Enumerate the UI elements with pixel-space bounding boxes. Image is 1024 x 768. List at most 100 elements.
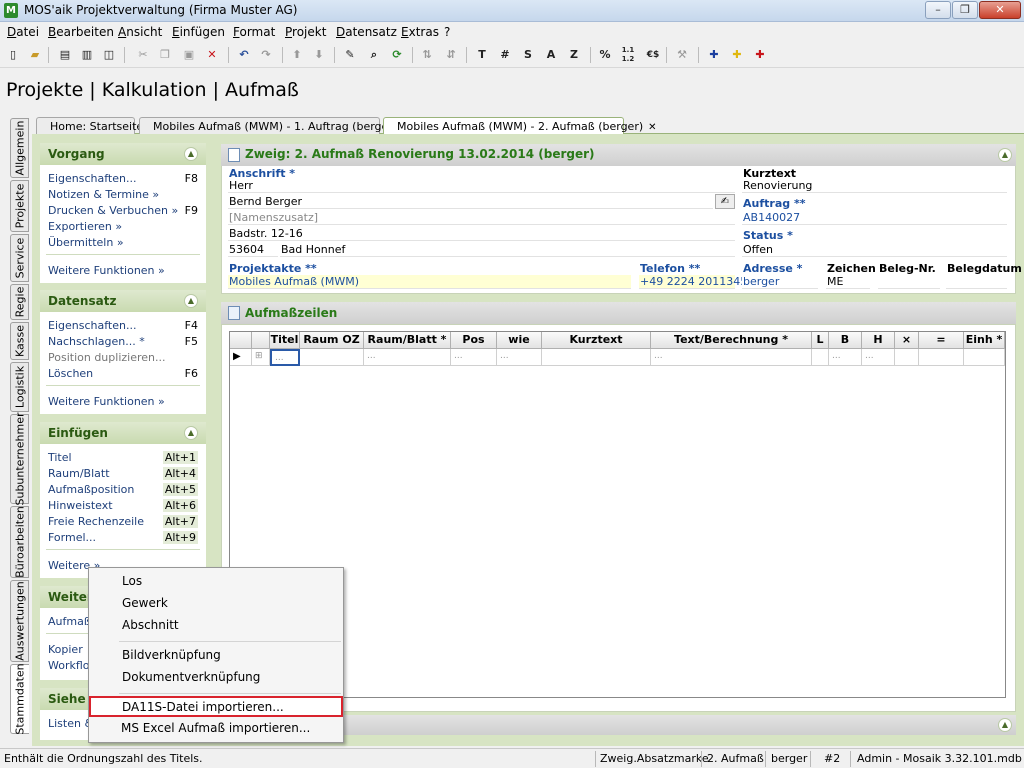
vtab-bueroarbeiten[interactable]: Büroarbeiten <box>10 506 29 578</box>
collapse-icon[interactable]: ▲ <box>184 147 198 161</box>
tab-close-icon[interactable]: ✕ <box>648 122 656 133</box>
minimize-button[interactable]: – <box>925 1 951 19</box>
cell-titel[interactable]: ... <box>270 349 300 366</box>
cell-raum-oz[interactable] <box>300 349 364 366</box>
menu-item-los[interactable]: Los <box>122 574 142 588</box>
delete-icon[interactable]: ✕ <box>203 46 221 64</box>
toolbar-A-button[interactable]: A <box>542 46 560 64</box>
print-icon[interactable]: ▤ <box>56 46 74 64</box>
puzzle-yellow-icon[interactable]: ✚ <box>728 46 746 64</box>
move-down-icon[interactable]: ⬇ <box>310 46 328 64</box>
open-icon[interactable]: ▰ <box>26 46 44 64</box>
new-icon[interactable]: ▯ <box>4 46 22 64</box>
menu-item-bildverknuepfung[interactable]: Bildverknüpfung <box>122 648 221 662</box>
vtab-allgemein[interactable]: Allgemein <box>10 118 29 178</box>
cell-b[interactable]: ... <box>829 349 862 366</box>
action-eigenschaften[interactable]: Eigenschaften... <box>48 172 136 185</box>
filter-icon[interactable]: ⇵ <box>442 46 460 64</box>
action-duplizieren[interactable]: Position duplizieren... <box>48 351 165 364</box>
section-title[interactable]: Einfügen <box>40 422 206 444</box>
auftrag-field[interactable]: AB140027 <box>742 211 1007 225</box>
preview-icon[interactable]: ◫ <box>100 46 118 64</box>
status-field[interactable]: Offen <box>742 243 1007 257</box>
menu-projekt[interactable]: Projekt <box>285 25 326 39</box>
tools-icon[interactable]: ⚒ <box>673 46 691 64</box>
print-preview-icon[interactable]: ▥ <box>78 46 96 64</box>
find-icon[interactable]: ⌕ <box>365 46 383 64</box>
puzzle-blue-icon[interactable]: ✚ <box>705 46 723 64</box>
cell-kurztext[interactable] <box>542 349 651 366</box>
toolbar-T-button[interactable]: T <box>473 46 491 64</box>
action-weitere-funktionen[interactable]: Weitere Funktionen » <box>48 264 165 277</box>
toolbar-Z-button[interactable]: Z <box>565 46 583 64</box>
menu-datei[interactable]: Datei <box>7 25 39 39</box>
insert-formel[interactable]: Formel... <box>48 531 96 544</box>
menu-bearbeiten[interactable]: Bearbeiten <box>48 25 114 39</box>
col-pos[interactable]: Pos <box>451 332 497 349</box>
collapse-icon[interactable]: ▲ <box>184 294 198 308</box>
col-raum-oz[interactable]: Raum OZ <box>300 332 364 349</box>
col-raum-blatt[interactable]: Raum/Blatt * <box>364 332 451 349</box>
vtab-regie[interactable]: Regie <box>10 284 29 320</box>
section-title[interactable]: Vorgang <box>40 143 206 165</box>
belegnr-field[interactable] <box>878 275 940 289</box>
cell-pos[interactable]: ... <box>451 349 497 366</box>
move-up-icon[interactable]: ⬆ <box>288 46 306 64</box>
insert-rechenzeile[interactable]: Freie Rechenzeile <box>48 515 144 528</box>
section-title[interactable]: Datensatz <box>40 290 206 312</box>
col-times[interactable]: × <box>895 332 919 349</box>
col-b[interactable]: B <box>829 332 862 349</box>
collapse-icon[interactable]: ▲ <box>998 148 1012 162</box>
namenszusatz-field[interactable]: [Namenszusatz] <box>228 211 735 225</box>
menu-einfuegen[interactable]: Einfügen <box>172 25 225 39</box>
action-listen[interactable]: Listen & <box>48 717 93 730</box>
vtab-logistik[interactable]: Logistik <box>10 362 29 412</box>
adresse-field[interactable]: berger <box>742 275 818 289</box>
menu-datensatz[interactable]: Datensatz <box>336 25 397 39</box>
menu-item-excel-import[interactable]: MS Excel Aufmaß importieren... <box>121 721 310 735</box>
cell-equals[interactable] <box>919 349 964 366</box>
tab-home[interactable]: Home: Startseite <box>36 117 143 134</box>
toolbar-numbering-button[interactable]: 1.1 1.2 <box>617 46 639 64</box>
action-uebermitteln[interactable]: Übermitteln » <box>48 236 124 249</box>
puzzle-red-icon[interactable]: ✚ <box>751 46 769 64</box>
name-field[interactable]: Bernd Berger <box>228 195 713 209</box>
menu-item-gewerk[interactable]: Gewerk <box>122 596 168 610</box>
action-aufmass[interactable]: Aufmaß <box>48 615 91 628</box>
belegdatum-field[interactable] <box>946 275 1007 289</box>
toolbar-currency-button[interactable]: €$ <box>642 46 664 64</box>
action-ds-weitere[interactable]: Weitere Funktionen » <box>48 395 165 408</box>
edit-icon[interactable]: ✎ <box>341 46 359 64</box>
insert-titel[interactable]: Titel <box>48 451 72 464</box>
address-lookup-icon[interactable]: ✍ <box>715 194 735 209</box>
menu-item-da11s-highlight[interactable]: DA11S-Datei importieren... <box>89 696 343 717</box>
vtab-kasse[interactable]: Kasse <box>10 322 29 360</box>
cell-h[interactable]: ... <box>862 349 895 366</box>
insert-raum[interactable]: Raum/Blatt <box>48 467 110 480</box>
col-equals[interactable]: = <box>919 332 964 349</box>
refresh-icon[interactable]: ⟳ <box>388 46 406 64</box>
action-loeschen[interactable]: Löschen <box>48 367 93 380</box>
insert-aufmassposition[interactable]: Aufmaßposition <box>48 483 134 496</box>
close-button[interactable]: ✕ <box>979 1 1021 19</box>
expand-icon[interactable]: ▲ <box>998 718 1012 732</box>
menu-help[interactable]: ? <box>444 25 450 39</box>
action-notizen[interactable]: Notizen & Termine » <box>48 188 159 201</box>
cell-text-berechnung[interactable]: ... <box>651 349 812 366</box>
zeichen-field[interactable]: ME <box>826 275 870 289</box>
expand-icon[interactable]: ⊞ <box>252 349 270 366</box>
col-l[interactable]: L <box>812 332 829 349</box>
toolbar-S-button[interactable]: S <box>519 46 537 64</box>
col-einheit[interactable]: Einh * <box>964 332 1005 349</box>
action-kopieren[interactable]: Kopier <box>48 643 83 656</box>
cell-wie[interactable]: ... <box>497 349 542 366</box>
vtab-subunternehmer[interactable]: Subunternehmer <box>10 412 29 506</box>
action-nachschlagen[interactable]: Nachschlagen... * <box>48 335 145 348</box>
menu-item-abschnitt[interactable]: Abschnitt <box>122 618 179 632</box>
toolbar-percent-button[interactable]: % <box>596 46 614 64</box>
col-wie[interactable]: wie <box>497 332 542 349</box>
kurztext-field[interactable]: Renovierung <box>742 179 1007 193</box>
plz-field[interactable]: 53604 <box>228 243 278 257</box>
toolbar-hash-button[interactable]: # <box>496 46 514 64</box>
cell-times[interactable] <box>895 349 919 366</box>
